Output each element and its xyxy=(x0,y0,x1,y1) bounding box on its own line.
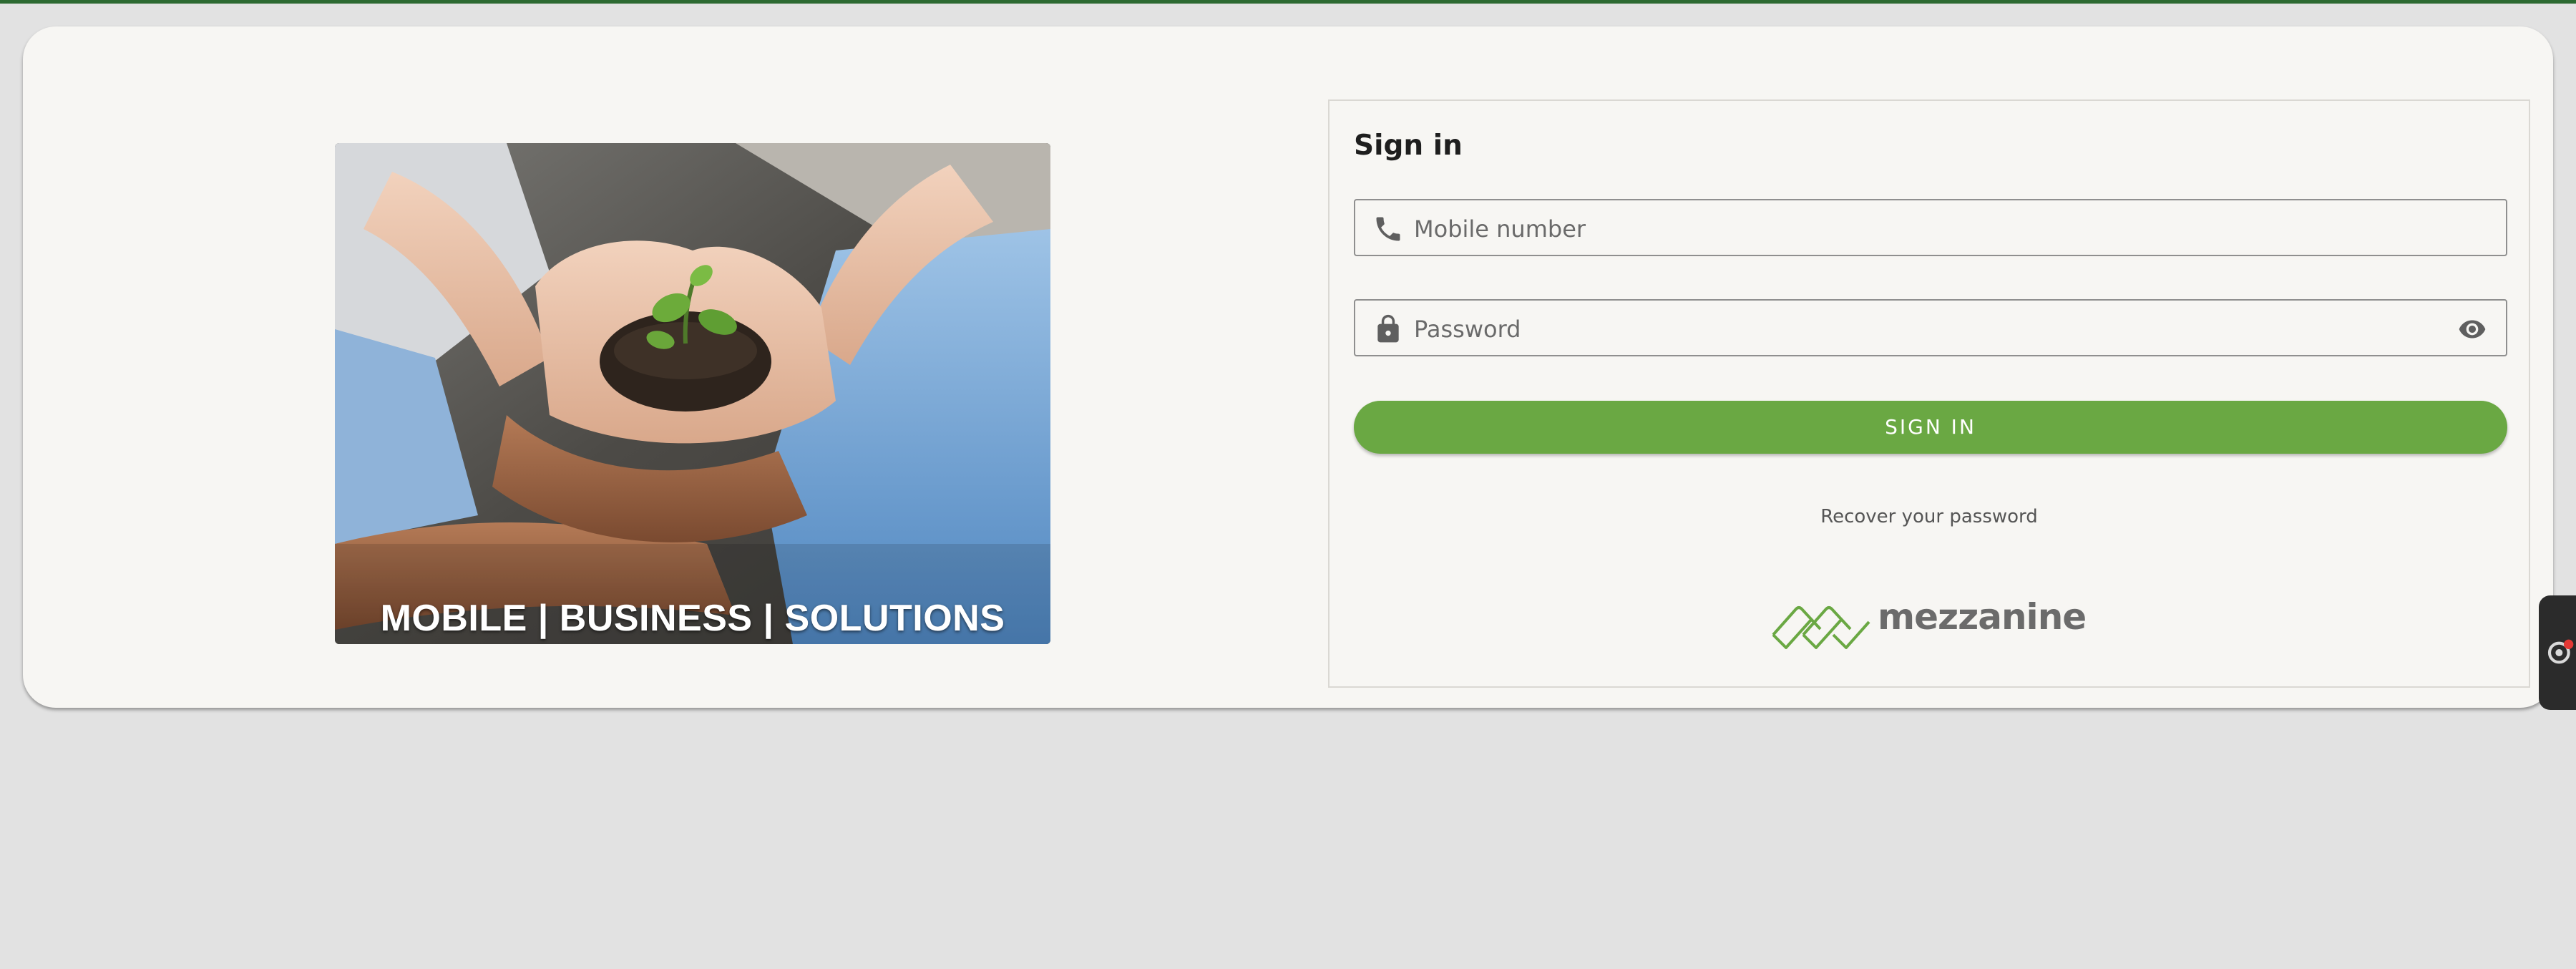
signin-panel: Sign in Mobile number Password SIGN IN R… xyxy=(1328,99,2530,688)
sign-in-button[interactable]: SIGN IN xyxy=(1354,401,2507,454)
phone-icon xyxy=(1376,217,1400,241)
mobile-number-field[interactable]: Mobile number xyxy=(1354,199,2507,256)
support-widget-tab[interactable] xyxy=(2539,595,2576,710)
support-widget-icon xyxy=(2547,639,2574,664)
mezzanine-logo-mark xyxy=(1772,606,1870,649)
password-field[interactable]: Password xyxy=(1354,299,2507,356)
password-placeholder: Password xyxy=(1414,316,1521,343)
hands-seedling-photo xyxy=(335,143,1050,644)
mobile-number-placeholder: Mobile number xyxy=(1414,215,1586,243)
brand-logo: mezzanine xyxy=(1770,593,2087,651)
eye-icon[interactable] xyxy=(2456,315,2489,344)
hero-caption: MOBILE | BUSINESS | SOLUTIONS xyxy=(380,598,1005,639)
hero-image: MOBILE | BUSINESS | SOLUTIONS xyxy=(335,143,1050,644)
signin-title: Sign in xyxy=(1354,130,1463,162)
recover-password-link[interactable]: Recover your password xyxy=(1330,506,2529,527)
top-accent-strip xyxy=(0,0,2576,4)
lock-icon xyxy=(1377,314,1399,343)
login-card: MOBILE | BUSINESS | SOLUTIONS Sign in Mo… xyxy=(23,26,2553,708)
brand-wordmark: mezzanine xyxy=(1878,596,2087,638)
